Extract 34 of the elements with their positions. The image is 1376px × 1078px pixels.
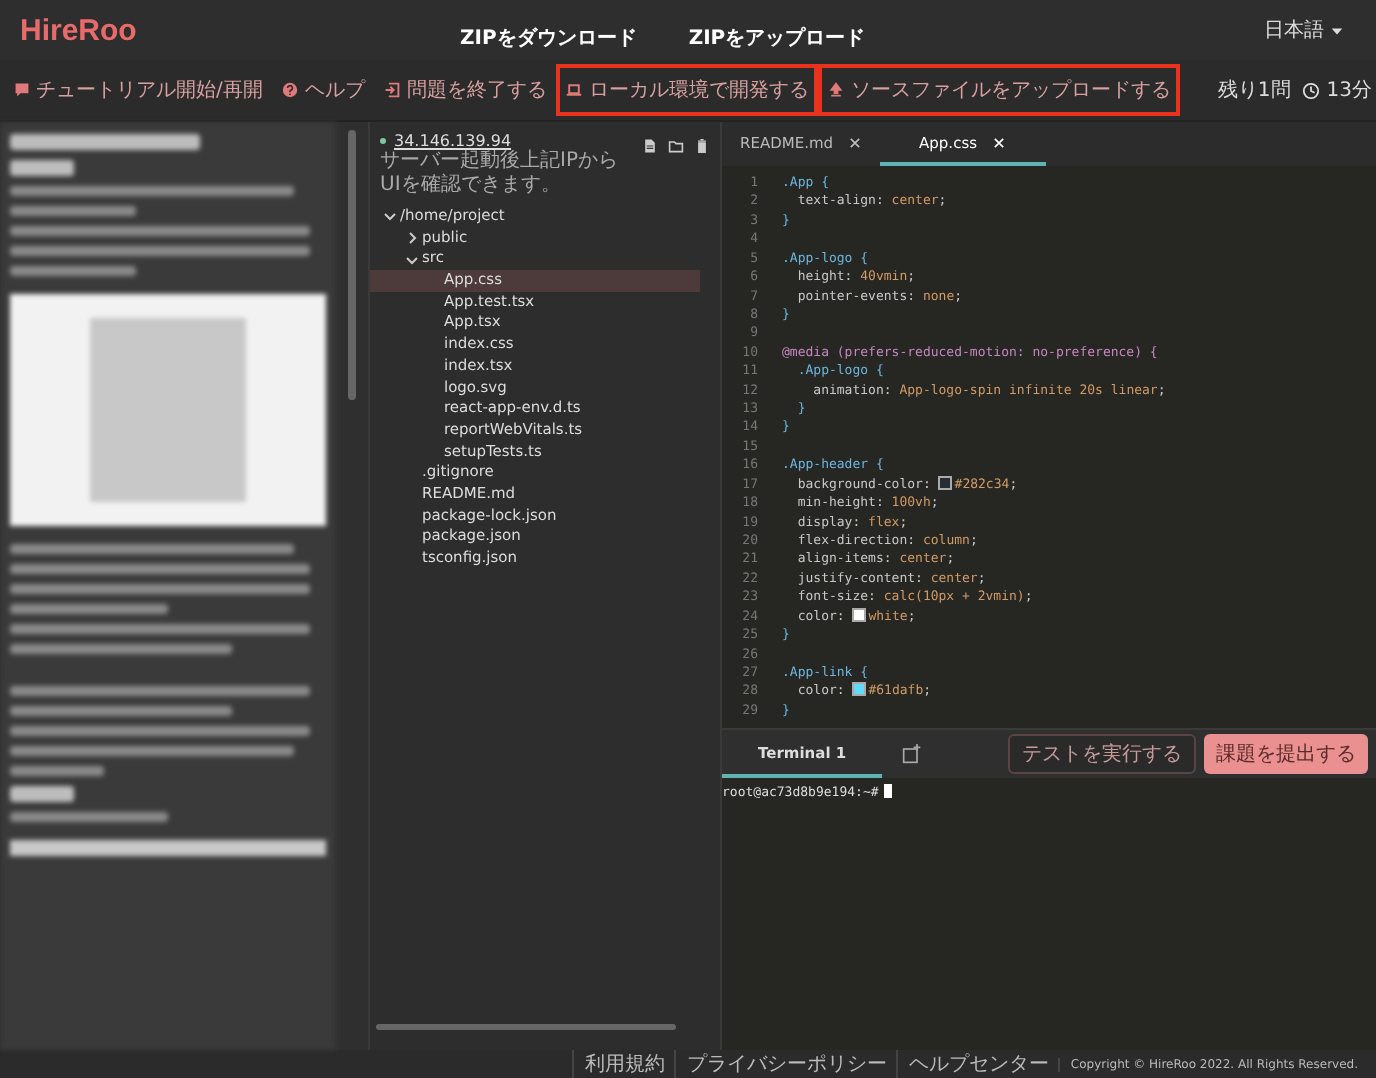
exit-icon — [384, 82, 401, 98]
new-file-icon[interactable] — [642, 138, 658, 154]
toolbar-button[interactable]: ローカル環境で開発する — [556, 64, 819, 116]
toolbar-button[interactable]: ソースファイルをアップロードする — [818, 64, 1181, 116]
laptop-icon — [566, 82, 583, 98]
toolbar-button[interactable]: チュートリアル開始/再開 — [4, 64, 273, 116]
upload-icon — [828, 82, 845, 98]
annotation-label: ZIPをダウンロード — [460, 25, 637, 52]
scrollbar-thumb[interactable] — [348, 130, 356, 400]
status-dot — [380, 138, 386, 144]
footer-link[interactable]: プライバシーポリシー — [674, 1050, 897, 1078]
toolbar-button[interactable]: ヘルプ — [272, 64, 375, 116]
run-tests-button[interactable]: テストを実行する — [1008, 734, 1196, 774]
submit-button[interactable]: 課題を提出する — [1204, 734, 1368, 774]
scrollbar-thumb[interactable] — [376, 1024, 676, 1030]
close-icon[interactable] — [847, 135, 862, 149]
time-remaining: 13分 — [1326, 78, 1372, 104]
chat-icon — [14, 82, 30, 98]
hireroo-logo: HireRoo — [20, 13, 139, 47]
delete-icon[interactable] — [694, 138, 710, 154]
clock-icon — [1302, 81, 1321, 99]
remaining-count: 残り1問 — [1217, 77, 1291, 104]
help-icon — [282, 82, 299, 98]
server-note: サーバー起動後上記IPからUIを確認できます。 — [380, 150, 620, 198]
server-ip-link[interactable]: 34.146.139.94 — [394, 132, 512, 150]
terminal-cursor — [884, 784, 893, 798]
toolbar-button[interactable]: 問題を終了する — [374, 64, 557, 116]
new-folder-icon[interactable] — [668, 138, 684, 154]
caret-icon — [1330, 23, 1344, 37]
footer-link[interactable]: ヘルプセンター — [896, 1050, 1059, 1078]
footer-link[interactable]: 利用規約 — [572, 1050, 675, 1078]
annotation-label: ZIPをアップロード — [688, 24, 866, 52]
add-terminal-icon[interactable] — [902, 744, 923, 764]
language-select[interactable]: 日本語 — [1252, 14, 1356, 46]
